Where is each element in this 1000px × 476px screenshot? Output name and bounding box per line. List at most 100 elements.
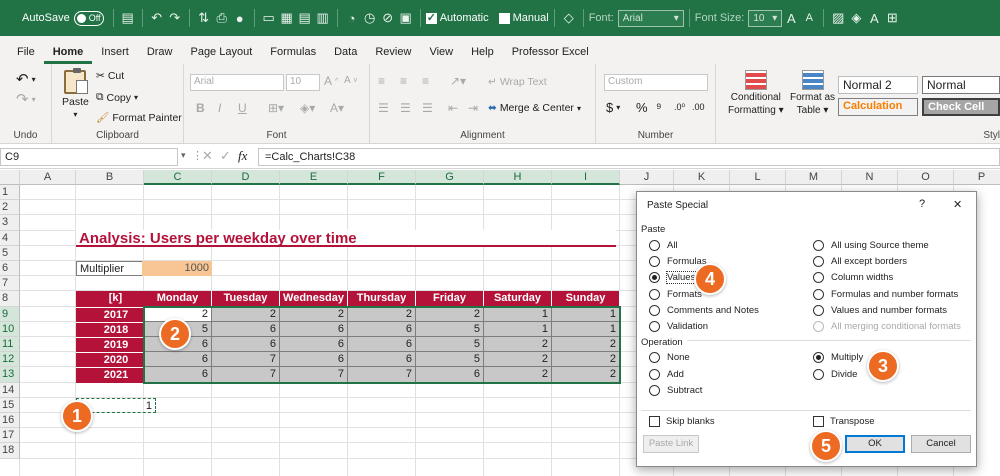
data-cell[interactable]: 1 bbox=[484, 321, 552, 337]
cut-button[interactable]: ✂ Cut bbox=[96, 70, 124, 82]
sheet-icon[interactable]: ▦ bbox=[278, 10, 296, 26]
decrease-indent-icon[interactable]: ⇤ bbox=[448, 101, 458, 115]
manual-checkbox[interactable] bbox=[498, 12, 510, 24]
conditional-formatting-button[interactable]: Conditional Formatting ▾ bbox=[728, 70, 784, 116]
increase-indent-icon[interactable]: ⇥ bbox=[468, 101, 478, 115]
column-header-k[interactable]: K bbox=[674, 170, 730, 185]
automatic-checkbox[interactable] bbox=[425, 11, 437, 24]
font-shrink-icon[interactable]: A bbox=[800, 12, 818, 24]
namebox-dropdown-icon[interactable]: ▾ bbox=[181, 150, 186, 161]
align-right-icon[interactable]: ☰ bbox=[422, 101, 433, 115]
row-header-16[interactable]: 16 bbox=[0, 413, 20, 429]
folder-icon[interactable]: ▭ bbox=[260, 10, 278, 26]
data-cell[interactable]: 1 bbox=[552, 306, 620, 322]
row-header-8[interactable]: 8 bbox=[0, 291, 20, 307]
redo-button[interactable]: ↷ ▾ bbox=[16, 90, 36, 108]
record-icon[interactable]: ● bbox=[231, 11, 249, 26]
tab-view[interactable]: View bbox=[420, 46, 462, 64]
undo-button[interactable]: ↶ ▾ bbox=[16, 70, 36, 88]
sort-icon[interactable]: ⇅ bbox=[195, 10, 213, 26]
data-cell[interactable]: 2 bbox=[552, 337, 620, 353]
column-header-h[interactable]: H bbox=[484, 170, 552, 185]
border-dropdown-icon[interactable]: ⊞▾ bbox=[268, 101, 284, 115]
redo-icon[interactable]: ↷ bbox=[166, 10, 184, 26]
font-color-dropdown-icon[interactable]: A▾ bbox=[330, 101, 344, 115]
grid-icon[interactable]: ▤ bbox=[296, 10, 314, 26]
paste-formats-radio[interactable]: Formats bbox=[649, 288, 702, 300]
print-icon[interactable]: ⎙ bbox=[213, 10, 231, 26]
paste-all-except-borders-radio[interactable]: All except borders bbox=[813, 256, 907, 268]
table-icon[interactable]: ▥ bbox=[314, 10, 332, 26]
column-header-f[interactable]: F bbox=[348, 170, 416, 185]
data-cell[interactable]: 2 bbox=[484, 367, 552, 383]
row-header-3[interactable]: 3 bbox=[0, 215, 20, 231]
fill-icon[interactable]: ◈ bbox=[847, 10, 865, 26]
data-cell[interactable]: 6 bbox=[348, 321, 416, 337]
data-cell[interactable]: 6 bbox=[416, 367, 484, 383]
tab-draw[interactable]: Draw bbox=[138, 46, 182, 64]
data-cell[interactable]: 5 bbox=[416, 352, 484, 368]
row-header-18[interactable]: 18 bbox=[0, 443, 20, 459]
column-header-o[interactable]: O bbox=[898, 170, 954, 185]
fill-color-icon[interactable]: ◈▾ bbox=[300, 101, 315, 115]
column-header-a[interactable]: A bbox=[20, 170, 76, 185]
row-header-13[interactable]: 13 bbox=[0, 367, 20, 383]
column-header-l[interactable]: L bbox=[730, 170, 786, 185]
paste-values-radio[interactable]: Values bbox=[649, 271, 697, 285]
column-header-c[interactable]: C bbox=[144, 170, 212, 185]
tab-home[interactable]: Home bbox=[43, 46, 93, 64]
skip-blanks-checkbox[interactable]: Skip blanks bbox=[649, 416, 715, 427]
column-header-m[interactable]: M bbox=[786, 170, 842, 185]
italic-button[interactable]: I bbox=[218, 101, 221, 115]
column-header-n[interactable]: N bbox=[842, 170, 898, 185]
data-cell[interactable]: 5 bbox=[416, 321, 484, 337]
data-cell[interactable]: 7 bbox=[280, 367, 348, 383]
data-cell[interactable]: 6 bbox=[280, 321, 348, 337]
paste-column-widths-radio[interactable]: Column widths bbox=[813, 272, 893, 284]
font-color-icon[interactable]: A bbox=[865, 11, 883, 26]
bold-button[interactable]: B bbox=[196, 101, 205, 115]
row-header-1[interactable]: 1 bbox=[0, 185, 20, 201]
row-header-14[interactable]: 14 bbox=[0, 382, 20, 398]
spreadsheet-grid[interactable]: A B C D E F G H I J K L M N O P 1 2 3 4 5 6 7 8 9 10 11 12 13 14 15 16 1… bbox=[0, 170, 1000, 476]
paste-formulas-and-number-formats-radio[interactable]: Formulas and number formats bbox=[813, 288, 958, 300]
transpose-checkbox[interactable]: Transpose bbox=[813, 416, 875, 427]
paste-formulas-radio[interactable]: Formulas bbox=[649, 256, 707, 268]
data-cell[interactable]: 1 bbox=[484, 306, 552, 322]
merge-center-button[interactable]: ⬌ Merge & Center ▾ bbox=[488, 102, 581, 114]
row-header-6[interactable]: 6 bbox=[0, 261, 20, 277]
wrap-text-button[interactable]: ↵ Wrap Text bbox=[488, 76, 547, 88]
select-all-corner[interactable] bbox=[0, 170, 20, 185]
column-header-j[interactable]: J bbox=[620, 170, 674, 185]
save-icon[interactable]: ▤ bbox=[119, 10, 137, 26]
data-cell[interactable]: 6 bbox=[212, 337, 280, 353]
data-cell[interactable]: 1 bbox=[552, 321, 620, 337]
align-center-icon[interactable]: ☰ bbox=[400, 101, 411, 115]
data-cell[interactable]: 6 bbox=[144, 367, 212, 383]
align-top-icon[interactable]: ≡ bbox=[378, 74, 385, 88]
format-painter-button[interactable]: 🖌 Format Painter bbox=[96, 111, 182, 125]
data-cell[interactable]: 2 bbox=[212, 306, 280, 322]
row-header-4[interactable]: 4 bbox=[0, 230, 20, 246]
data-cell[interactable]: 2 bbox=[416, 306, 484, 322]
help-button[interactable]: ? bbox=[919, 198, 925, 210]
operation-none-radio[interactable]: None bbox=[649, 352, 690, 363]
data-cell[interactable]: 2 bbox=[348, 306, 416, 322]
column-header-d[interactable]: D bbox=[212, 170, 280, 185]
fx-icon[interactable]: fx bbox=[238, 148, 247, 164]
align-left-icon[interactable]: ☰ bbox=[378, 101, 389, 115]
font-size-combo[interactable]: 10 bbox=[286, 74, 320, 91]
format-icon[interactable]: ▨ bbox=[829, 10, 847, 26]
tab-file[interactable]: File bbox=[8, 46, 44, 64]
column-header-e[interactable]: E bbox=[280, 170, 348, 185]
data-cell[interactable]: 7 bbox=[212, 352, 280, 368]
grow-font-icon[interactable]: A ^ bbox=[324, 74, 338, 88]
data-cell[interactable]: 6 bbox=[280, 337, 348, 353]
row-header-5[interactable]: 5 bbox=[0, 245, 20, 261]
close-button[interactable]: ✕ bbox=[953, 198, 962, 211]
currency-button[interactable]: $ ▾ bbox=[606, 100, 620, 115]
tab-insert[interactable]: Insert bbox=[92, 46, 138, 64]
paste-validation-radio[interactable]: Validation bbox=[649, 321, 708, 332]
font-grow-icon[interactable]: A bbox=[782, 11, 800, 26]
style-normal2[interactable]: Normal 2 bbox=[838, 76, 918, 94]
